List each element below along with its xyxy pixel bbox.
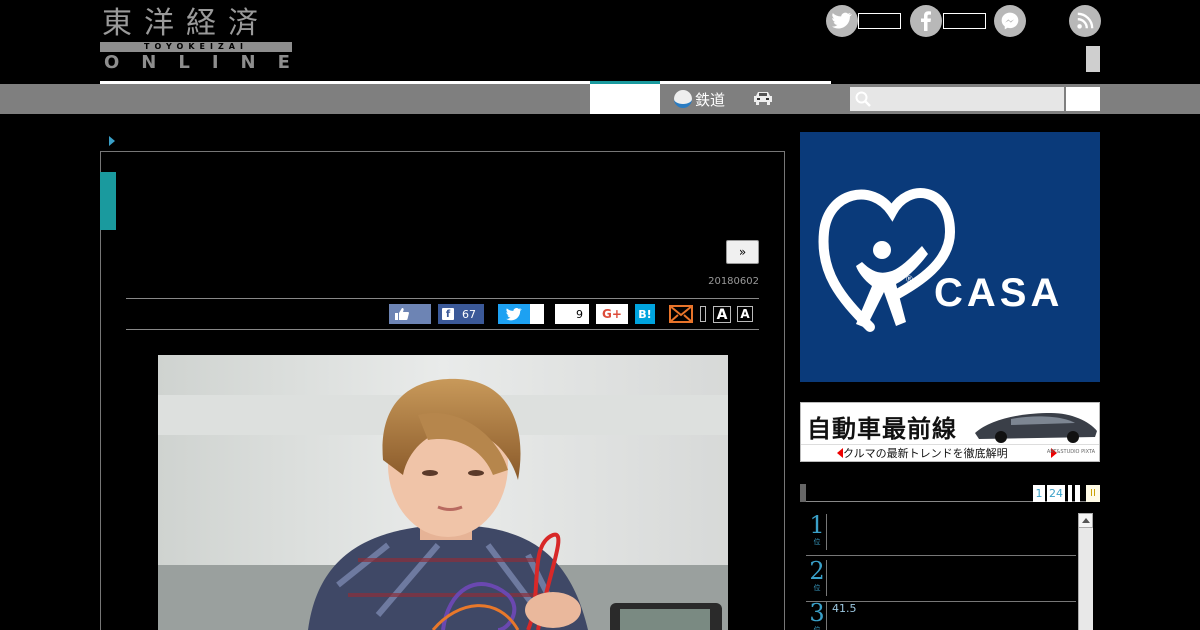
breadcrumb-arrow-icon: [109, 136, 115, 146]
ranking-tab-extra[interactable]: II: [1086, 485, 1100, 502]
facebook-icon: f: [442, 308, 454, 320]
ranking-separator: [826, 602, 827, 630]
twitter-share-count: [530, 304, 544, 324]
train-icon: [674, 90, 692, 108]
facebook-icon[interactable]: [910, 5, 942, 37]
ranking-tab-monthly[interactable]: [1075, 485, 1080, 502]
messenger-icon[interactable]: [994, 5, 1026, 37]
ranking-number: 3位: [809, 599, 825, 630]
logo-online: ONLINE: [104, 52, 312, 73]
car-silhouette-icon: [975, 413, 1097, 443]
hatena-bookmark-button[interactable]: B!: [635, 304, 655, 324]
car-icon: [754, 92, 772, 105]
font-size-small-button[interactable]: A: [737, 306, 753, 322]
twitter-icon[interactable]: [826, 5, 858, 37]
casa-ad-brand: CASA: [934, 271, 1063, 315]
nav-tab-railway[interactable]: 鉄道: [660, 84, 750, 114]
twitter-count-box: [858, 13, 901, 29]
share-divider-bottom: [126, 329, 759, 330]
article-main-photo: [158, 355, 728, 630]
ranking-list: 1位 2位 3位 41.5: [806, 510, 1076, 630]
login-button[interactable]: [1086, 46, 1100, 72]
svg-text:®: ®: [906, 274, 913, 284]
facebook-share-count: 67: [462, 307, 476, 321]
logo-roman: TOYOKEIZAI: [100, 42, 292, 52]
rss-icon[interactable]: [1069, 5, 1101, 37]
site-logo[interactable]: 東洋経済 TOYOKEIZAI ONLINE: [100, 6, 292, 73]
car-banner-subtitle: クルマの最新トレンドを徹底解明: [843, 447, 1008, 460]
ranking-separator: [826, 514, 827, 550]
thumbs-up-icon: [395, 308, 409, 320]
nav-tab-railway-label: 鉄道: [695, 90, 726, 109]
publish-date: 20180602: [708, 276, 759, 287]
pocket-share-count[interactable]: 9: [555, 304, 589, 324]
title-accent-bar: [100, 172, 116, 230]
ranking-item-3[interactable]: 3位 41.5: [806, 598, 1076, 630]
share-divider-top: [126, 298, 759, 299]
facebook-share-button[interactable]: f 67: [438, 304, 484, 324]
ranking-number: 1位: [809, 511, 825, 546]
ranking-number: 2位: [809, 557, 825, 592]
scroll-up-icon[interactable]: [1078, 513, 1093, 528]
search-input[interactable]: [850, 87, 1064, 111]
car-banner-title: 自動車最前線: [807, 414, 957, 443]
mail-icon: [669, 305, 693, 323]
ranking-tab-weekly[interactable]: [1068, 485, 1072, 502]
facebook-count-box: [943, 13, 986, 29]
google-plus-share-button[interactable]: G+: [596, 304, 628, 324]
nav-tab-active[interactable]: [590, 84, 660, 114]
casa-ad-banner[interactable]: ® CASA: [800, 132, 1100, 382]
next-page-button[interactable]: »: [726, 240, 759, 264]
ranking-item-1[interactable]: 1位: [806, 510, 1076, 556]
ranking-header-marker: [800, 484, 806, 502]
ranking-separator: [826, 560, 827, 596]
ranking-tab-24h[interactable]: 24: [1047, 485, 1065, 502]
ranking-scrollbar[interactable]: [1078, 513, 1093, 630]
share-separator: [700, 306, 706, 322]
logo-kanji: 東洋経済: [102, 6, 270, 41]
twitter-icon: [506, 307, 522, 320]
car-feature-banner[interactable]: 自動車最前線 クルマの最新トレンドを徹底解明 ART&STUDIO PIXTA: [800, 402, 1100, 462]
facebook-like-button[interactable]: [389, 304, 431, 324]
casa-logo-icon: ® CASA: [818, 188, 1063, 332]
car-banner-credit: ART&STUDIO PIXTA: [1046, 449, 1095, 455]
search-icon: [855, 91, 871, 107]
twitter-share-button[interactable]: [498, 304, 530, 324]
ranking-title: 41.5: [832, 602, 857, 615]
search-button[interactable]: [1066, 87, 1100, 111]
mail-share-button[interactable]: [669, 305, 693, 323]
ranking-tab-1h[interactable]: 1: [1033, 485, 1045, 502]
ranking-item-2[interactable]: 2位: [806, 556, 1076, 602]
font-size-large-button[interactable]: A: [713, 306, 731, 323]
nav-tab-car[interactable]: [752, 90, 774, 106]
